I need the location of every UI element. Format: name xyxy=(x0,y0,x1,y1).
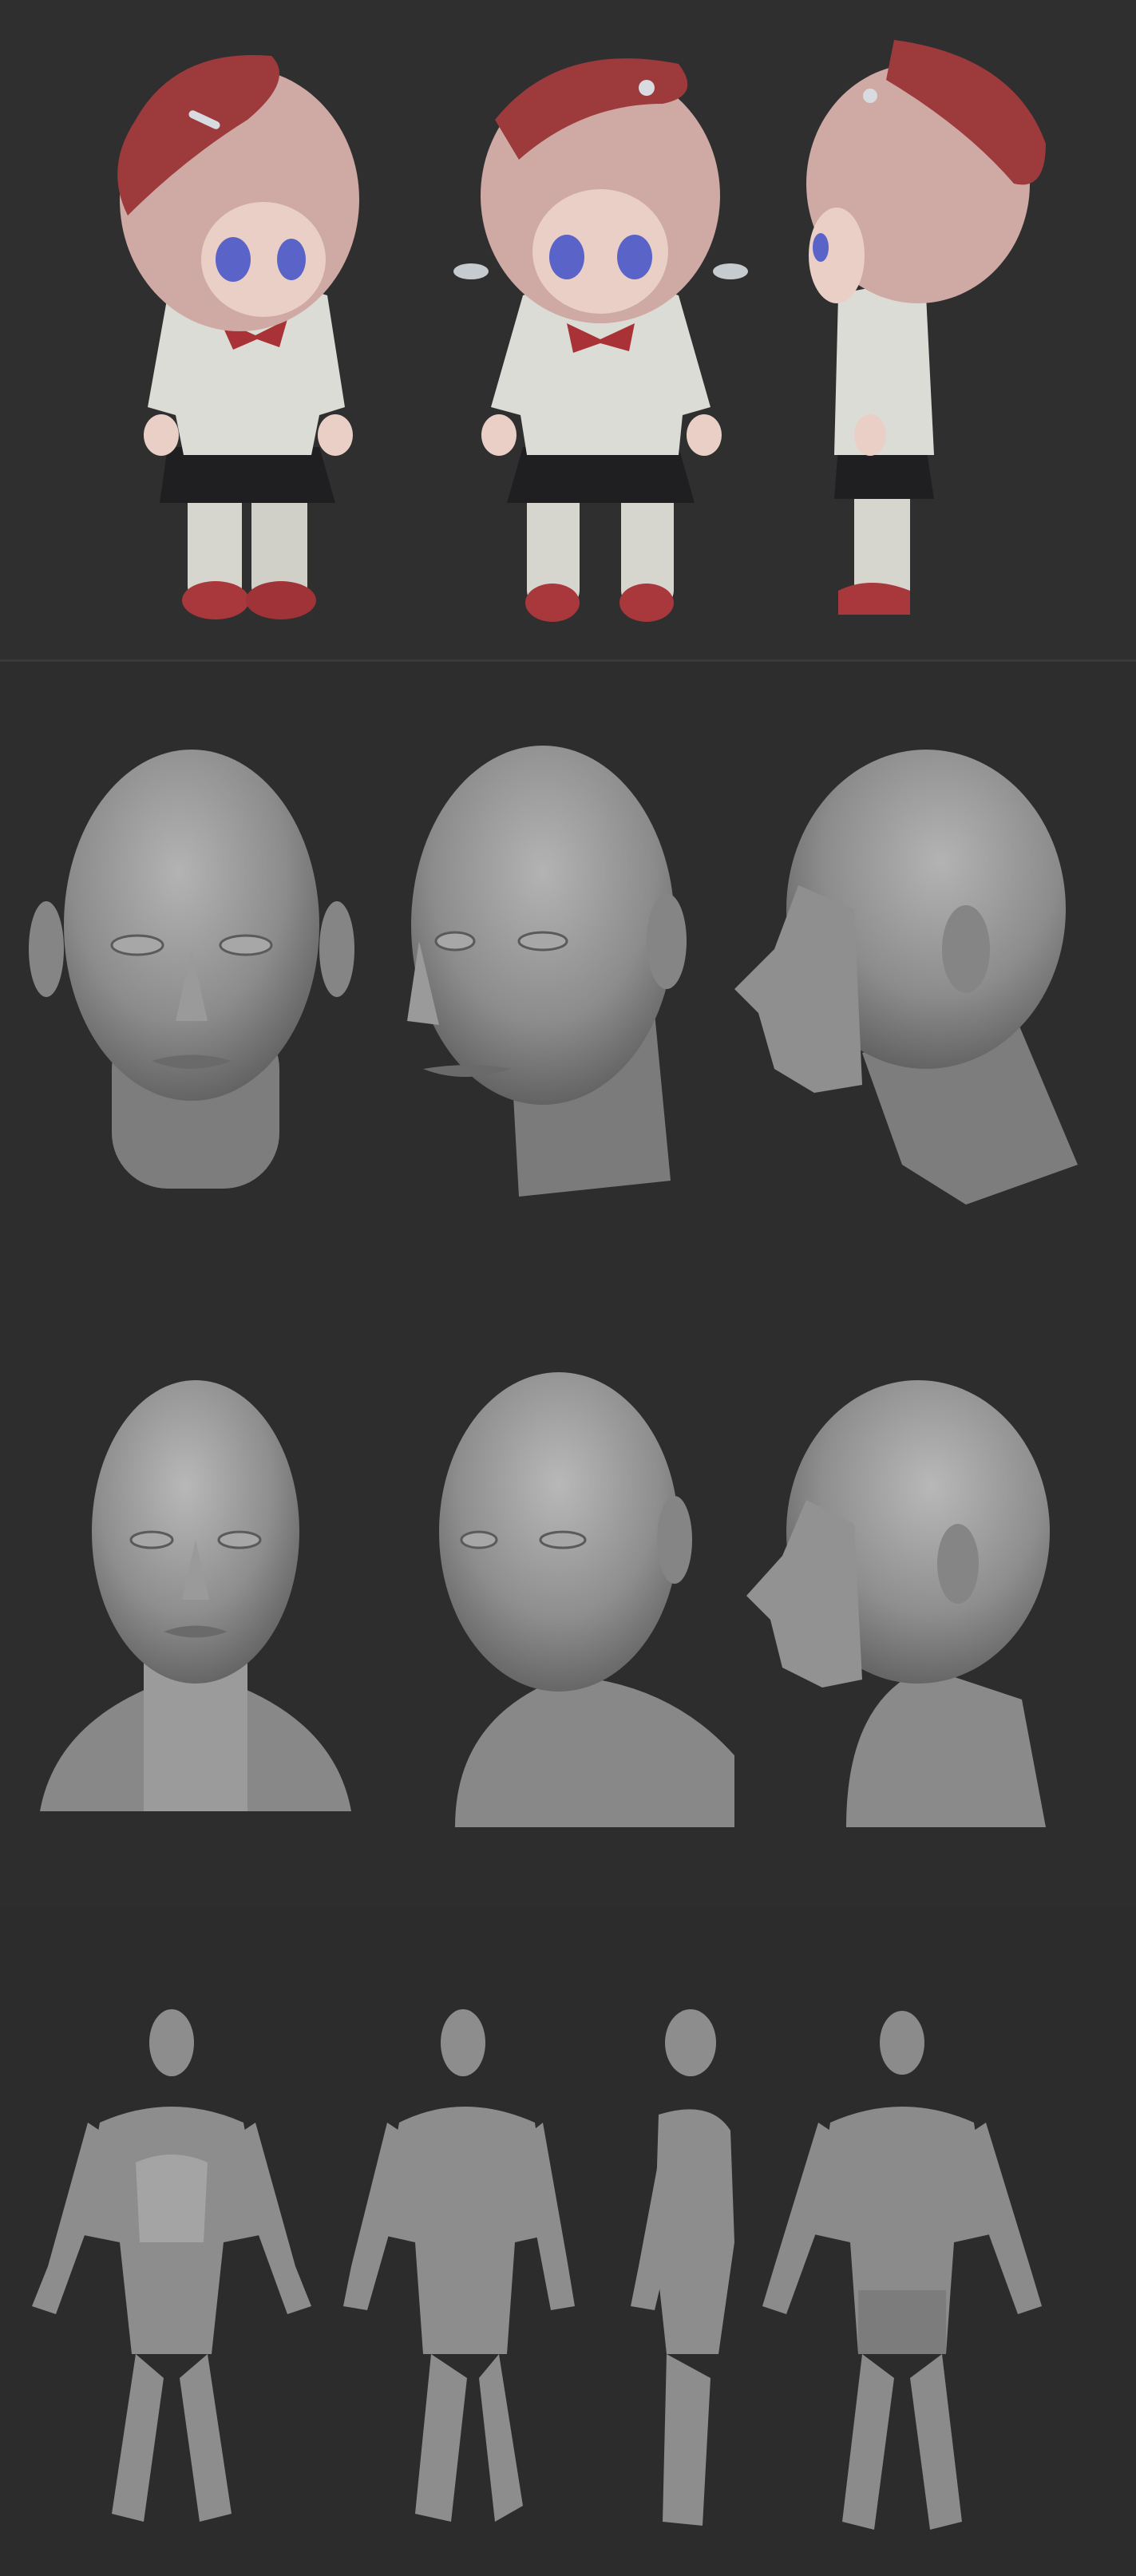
chibi-view-front xyxy=(453,58,748,622)
chibi-view-side xyxy=(806,40,1046,615)
chibi-view-threequarter xyxy=(117,55,359,619)
female-bust-front xyxy=(40,1380,351,1811)
female-bust-row xyxy=(0,1300,1136,1907)
chibi-row xyxy=(0,0,1136,661)
chibi-skirt xyxy=(160,447,335,503)
body-front xyxy=(32,2009,311,2522)
male-head-front xyxy=(29,750,354,1189)
body-threequarter xyxy=(343,2009,575,2522)
male-head-row xyxy=(0,662,1136,1300)
anatomy-body-row xyxy=(0,1907,1136,2576)
male-head-threequarter xyxy=(407,746,687,1197)
male-head-side xyxy=(734,750,1078,1205)
body-back xyxy=(762,2011,1042,2530)
female-bust-side xyxy=(746,1380,1050,1827)
turnaround-sheet xyxy=(0,0,1136,2576)
female-bust-threequarter xyxy=(439,1372,734,1827)
chibi-eye xyxy=(216,237,251,282)
